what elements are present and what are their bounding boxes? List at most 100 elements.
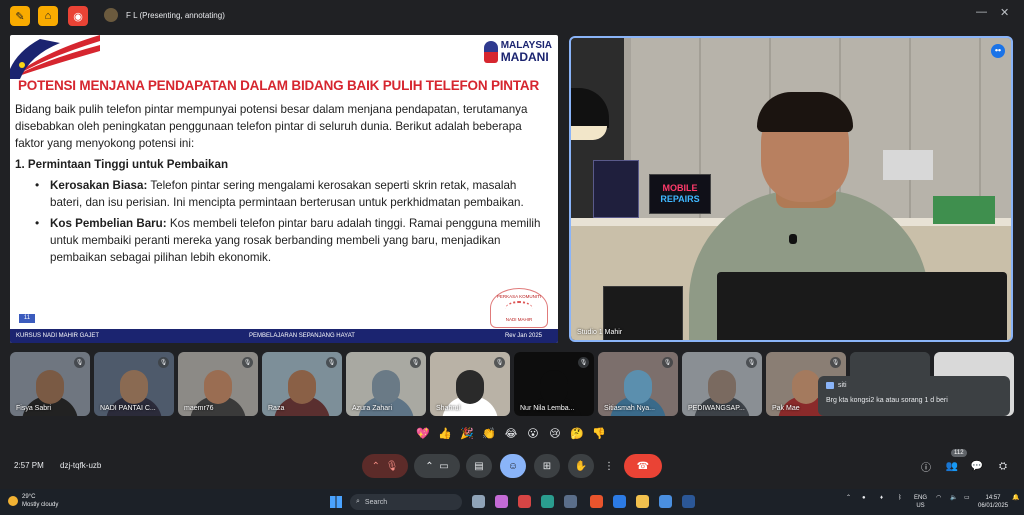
mic-toggle-button[interactable]: ⌃ 🎙 <box>362 454 408 478</box>
copilot-icon[interactable] <box>495 495 508 508</box>
reaction-heart-icon[interactable]: 💖 <box>414 424 432 442</box>
participant-name: Raza <box>268 405 285 412</box>
presenter-avatar <box>104 8 118 22</box>
participant-tile[interactable]: 🎙 Sitiasmah Nya... <box>598 352 678 416</box>
participant-face <box>456 370 484 404</box>
hang-up-icon: ☎ <box>636 460 650 472</box>
settings-icon[interactable] <box>659 495 672 508</box>
camera-toggle-button[interactable]: ⌃ ▭ <box>414 454 460 478</box>
bluetooth-icon[interactable]: ᛒ <box>898 494 902 502</box>
presenter-video-tile[interactable]: MOBILE REPAIRS ⦁⦁ Studio 1 Mahir <box>569 36 1013 342</box>
minimize-icon[interactable]: — <box>976 6 987 18</box>
reactions-button[interactable]: ☺ <box>500 454 526 478</box>
seal-rays-icon <box>505 301 533 317</box>
edge-icon[interactable] <box>613 495 626 508</box>
footer-left: KURSUS NADI MAHIR GAJET <box>16 333 100 339</box>
meeting-time: 2:57 PM <box>14 461 44 470</box>
participant-name: Sitiasmah Nya... <box>604 405 655 412</box>
tray-chevron-icon[interactable]: ⌃ <box>846 494 851 502</box>
nadi-mahir-seal: PERKASA KOMUNITI NADI MAHIR <box>490 288 548 328</box>
people-icon[interactable]: 👥 <box>945 459 959 473</box>
reaction-bar: 💖 👍 🎉 👏 😂 😮 😢 🤔 👎 <box>414 424 608 442</box>
participant-tile[interactable]: 🎙 maemr76 <box>178 352 258 416</box>
slide-footer: KURSUS NADI MAHIR GAJET PEMBELAJARAN SEP… <box>10 329 558 343</box>
meeting-code: dzj-tqfk-uzb <box>60 461 102 470</box>
chat-notification[interactable]: siti Brg kta kongsi2 ka atau sorang 1 d … <box>818 376 1010 416</box>
mobile-repairs-sign: MOBILE REPAIRS <box>649 174 711 214</box>
reaction-party-icon[interactable]: 🎉 <box>458 424 476 442</box>
reaction-thinking-icon[interactable]: 🤔 <box>568 424 586 442</box>
task-view-icon[interactable] <box>472 495 485 508</box>
notification-bell-icon[interactable]: 🔔 <box>1012 494 1019 502</box>
malaysia-madani-logo: MALAYSIA MADANI <box>483 41 552 64</box>
participant-tile[interactable]: 🎙 Azura Zahari <box>346 352 426 416</box>
participant-tile[interactable]: 🎙 Raza <box>262 352 342 416</box>
activities-icon[interactable]: ⛭ <box>996 459 1010 473</box>
reaction-surprised-icon[interactable]: 😮 <box>524 424 542 442</box>
participant-face <box>36 370 64 404</box>
more-vertical-icon: ⋮ <box>604 460 614 472</box>
captions-icon: ▤ <box>474 460 484 472</box>
clock[interactable]: 14:57 06/01/2025 <box>978 494 1008 510</box>
reaction-clap-icon[interactable]: 👏 <box>480 424 498 442</box>
windows-start-icon[interactable] <box>330 496 342 508</box>
presenter-video-name: Studio 1 Mahir <box>577 329 623 336</box>
app-icon[interactable] <box>541 495 554 508</box>
tray-icon[interactable]: ● <box>862 494 866 502</box>
annotate-icon[interactable]: ✎ <box>10 6 30 26</box>
brave-icon[interactable] <box>590 495 603 508</box>
record-icon[interactable]: ◉ <box>68 6 88 26</box>
presenter-info: F L (Presenting, annotating) <box>104 8 225 22</box>
word-icon[interactable] <box>682 495 695 508</box>
participant-tile[interactable]: 🎙 Fisya Sabri <box>10 352 90 416</box>
participant-tile[interactable]: 🎙 Shahrul <box>430 352 510 416</box>
present-button[interactable]: ⊞ <box>534 454 560 478</box>
participant-name: Nur Nila Lemba... <box>520 405 575 412</box>
language-indicator[interactable]: ENG US <box>914 494 927 510</box>
wifi-icon[interactable]: ◠ <box>936 494 941 502</box>
close-icon[interactable]: ✕ <box>1000 6 1009 19</box>
participant-tile[interactable]: 🎙 Nur Nila Lemba... <box>514 352 594 416</box>
slide-bullets: Kerosakan Biasa: Telefon pintar sering m… <box>15 177 551 266</box>
volume-icon[interactable]: 🔈 <box>950 494 957 502</box>
mic-off-icon: 🎙 <box>662 357 673 368</box>
meet-window: ✎ ⌂ ◉ F L (Presenting, annotating) — ✕ M… <box>0 0 1024 515</box>
battery-icon[interactable]: ▭ <box>964 494 970 502</box>
taskbar-search[interactable]: ⌕ Search <box>350 494 462 510</box>
sign-line1: MOBILE <box>662 183 698 193</box>
lang-top: ENG <box>914 495 928 501</box>
lang-bottom: US <box>916 503 925 509</box>
footer-right: Rev Jan 2025 <box>504 333 542 339</box>
tray-icon[interactable]: ♦ <box>880 494 883 502</box>
more-options-button[interactable]: ⋮ <box>602 454 616 478</box>
app-icon[interactable] <box>564 495 577 508</box>
clock-date: 06/01/2025 <box>978 503 1009 509</box>
reaction-thumbs-down-icon[interactable]: 👎 <box>590 424 608 442</box>
reaction-laugh-icon[interactable]: 😂 <box>502 424 520 442</box>
windows-taskbar: 29°C Mostly cloudy ⌕ Search ⌃ ● ♦ ᛒ ENG … <box>0 489 1024 515</box>
file-explorer-icon[interactable] <box>636 495 649 508</box>
seal-top-text: PERKASA KOMUNITI <box>496 294 542 299</box>
end-call-button[interactable]: ☎ <box>624 454 662 478</box>
slide-intro: Bidang baik pulih telefon pintar mempuny… <box>15 103 528 150</box>
participant-tile[interactable]: 🎙 NADI PANTAI C... <box>94 352 174 416</box>
participant-name: maemr76 <box>184 405 214 412</box>
mic-off-icon: 🎙 <box>494 357 505 368</box>
top-bar: ✎ ⌂ ◉ F L (Presenting, annotating) — ✕ <box>0 0 1024 32</box>
weather-desc: Mostly cloudy <box>22 502 59 508</box>
reaction-sad-icon[interactable]: 😢 <box>546 424 564 442</box>
search-placeholder: Search <box>364 498 388 506</box>
raise-hand-button[interactable]: ✋ <box>568 454 594 478</box>
meeting-info-icon[interactable]: ⓘ <box>919 459 933 474</box>
logo-line2: MADANI <box>500 50 549 64</box>
chat-icon[interactable]: 💬 <box>970 459 984 473</box>
chat-sender: siti <box>838 382 847 389</box>
app-icon[interactable] <box>518 495 531 508</box>
participant-tile[interactable]: 🎙 PEDIWANGSAP... <box>682 352 762 416</box>
reaction-thumbs-up-icon[interactable]: 👍 <box>436 424 454 442</box>
mic-off-icon: 🎙 <box>410 357 421 368</box>
weather-widget[interactable]: 29°C Mostly cloudy <box>8 493 58 509</box>
captions-button[interactable]: ▤ <box>466 454 492 478</box>
laptop <box>717 272 1007 340</box>
pin-icon[interactable]: ⌂ <box>38 6 58 26</box>
